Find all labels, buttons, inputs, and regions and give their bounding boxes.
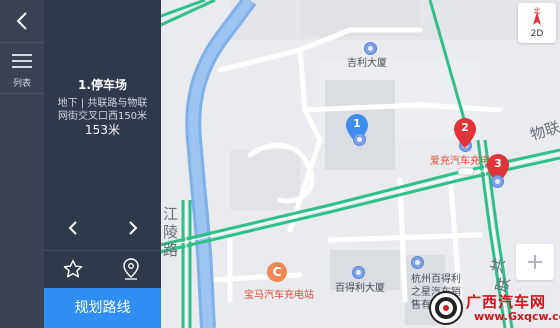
list-icon bbox=[12, 54, 32, 68]
baidli-building-label[interactable]: 百得利大厦 bbox=[335, 279, 385, 294]
compass-view-toggle[interactable]: 北 2D bbox=[518, 3, 556, 43]
list-button[interactable]: 列表 bbox=[0, 42, 44, 94]
chevron-right-icon bbox=[129, 221, 138, 235]
next-result-button[interactable] bbox=[118, 214, 148, 242]
poi-distance: 153米 bbox=[85, 123, 120, 137]
site-watermark: 广西汽车网 www.Gxqcw.com bbox=[428, 290, 560, 326]
left-nav-bar: 列表 bbox=[0, 0, 44, 328]
pin-1-number: 1 bbox=[353, 117, 361, 130]
previous-result-button[interactable] bbox=[58, 214, 88, 242]
watermark-title: 广西汽车网 bbox=[466, 293, 547, 311]
location-pin-icon bbox=[123, 258, 139, 280]
poi-detail-panel: 1.停车场 地下 | 共联路与物联 网街交叉口西150米 153米 bbox=[44, 0, 161, 328]
panel-divider bbox=[44, 250, 161, 251]
pin-2-number: 2 bbox=[461, 121, 469, 134]
parking-marker[interactable] bbox=[353, 133, 366, 146]
baoma-station-marker[interactable]: C bbox=[267, 262, 287, 282]
baoma-station-label[interactable]: 宝马汽车充电站 bbox=[244, 286, 314, 301]
star-icon bbox=[63, 259, 83, 278]
hangzhou-baidli-marker[interactable] bbox=[411, 256, 424, 269]
plan-route-button[interactable]: 规划路线 bbox=[44, 288, 161, 328]
back-button[interactable] bbox=[0, 0, 44, 42]
favorite-button[interactable] bbox=[58, 255, 88, 283]
view-mode-label: 2D bbox=[530, 29, 544, 39]
jiangling-road-label-3: 路 bbox=[163, 241, 179, 259]
result-pin-2[interactable]: 2 bbox=[454, 118, 476, 148]
list-label: 列表 bbox=[12, 79, 31, 89]
watermark-logo-icon bbox=[429, 291, 463, 325]
watermark-url: www.Gxqcw.com bbox=[474, 310, 560, 323]
zoom-in-button[interactable] bbox=[516, 244, 554, 280]
pin-3-number: 3 bbox=[494, 157, 502, 170]
compass-icon: 北 bbox=[533, 7, 541, 25]
plus-icon bbox=[528, 255, 542, 269]
location-button[interactable] bbox=[116, 255, 146, 283]
station-3-marker[interactable] bbox=[491, 175, 504, 188]
chevron-left-icon bbox=[68, 221, 77, 235]
chevron-left-icon bbox=[16, 12, 27, 30]
poi-title: 1.停车场 bbox=[78, 78, 127, 92]
poi-address-line-2: 网街交叉口西150米 bbox=[57, 111, 148, 122]
jili-building-label[interactable]: 吉利大厦 bbox=[347, 54, 387, 69]
baidli-building-marker[interactable] bbox=[352, 266, 365, 279]
